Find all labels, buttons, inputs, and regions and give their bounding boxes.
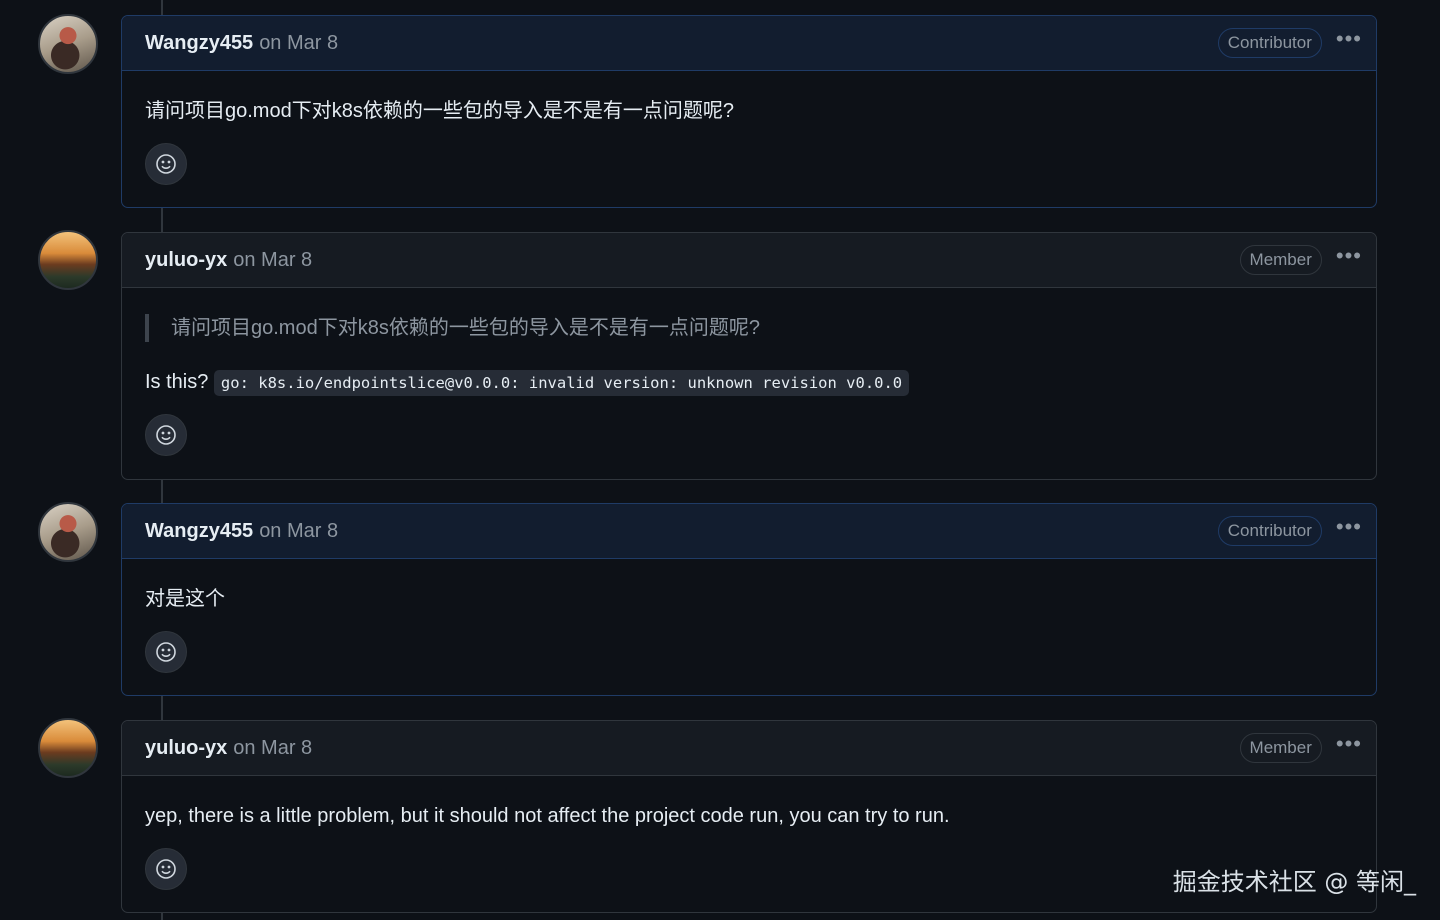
smiley-icon <box>156 154 176 174</box>
comment-header: Wangzy455 on Mar 8 Contributor ••• <box>122 16 1376 71</box>
comment-body: 请问项目go.mod下对k8s依赖的一些包的导入是不是有一点问题呢? <box>122 71 1376 125</box>
role-badge: Contributor <box>1217 516 1322 546</box>
comment-header: yuluo-yx on Mar 8 Member ••• <box>122 233 1376 288</box>
smiley-icon <box>156 425 176 445</box>
author-link[interactable]: yuluo-yx <box>145 249 227 272</box>
add-reaction-button[interactable] <box>145 848 187 890</box>
author-link[interactable]: Wangzy455 <box>145 32 253 55</box>
comment-date[interactable]: on Mar 8 <box>259 520 338 543</box>
avatar[interactable] <box>38 502 98 562</box>
comment-box: Wangzy455 on Mar 8 Contributor ••• 对是这个 <box>121 503 1377 696</box>
add-reaction-button[interactable] <box>145 631 187 673</box>
comment-body: yep, there is a little problem, but it s… <box>122 776 1376 830</box>
inline-code: go: k8s.io/endpointslice@v0.0.0: invalid… <box>213 370 910 396</box>
role-badge: Contributor <box>1217 28 1322 58</box>
author-link[interactable]: yuluo-yx <box>145 737 227 760</box>
avatar[interactable] <box>38 230 98 290</box>
kebab-horizontal-icon[interactable]: ••• <box>1336 28 1362 58</box>
watermark: 掘金技术社区 @ 等闲_ <box>1172 868 1416 896</box>
avatar[interactable] <box>38 718 98 778</box>
comment-header: Wangzy455 on Mar 8 Contributor ••• <box>122 504 1376 559</box>
comment-date[interactable]: on Mar 8 <box>233 249 312 272</box>
role-badge: Member <box>1239 245 1322 275</box>
role-badge: Member <box>1239 733 1322 763</box>
comment-text: 对是这个 <box>145 588 225 610</box>
smiley-icon <box>156 859 176 879</box>
comment-box: yuluo-yx on Mar 8 Member ••• 请问项目go.mod下… <box>121 232 1377 480</box>
kebab-horizontal-icon[interactable]: ••• <box>1336 516 1362 546</box>
comment-body: 对是这个 <box>122 559 1376 613</box>
comment-body: 请问项目go.mod下对k8s依赖的一些包的导入是不是有一点问题呢? Is th… <box>122 288 1376 397</box>
smiley-icon <box>156 642 176 662</box>
avatar[interactable] <box>38 14 98 74</box>
blockquote: 请问项目go.mod下对k8s依赖的一些包的导入是不是有一点问题呢? <box>145 314 1353 342</box>
comment-box: Wangzy455 on Mar 8 Contributor ••• 请问项目g… <box>121 15 1377 208</box>
add-reaction-button[interactable] <box>145 414 187 456</box>
add-reaction-button[interactable] <box>145 143 187 185</box>
comment-date[interactable]: on Mar 8 <box>233 737 312 760</box>
kebab-horizontal-icon[interactable]: ••• <box>1336 733 1362 763</box>
comment-text: yep, there is a little problem, but it s… <box>145 805 950 827</box>
comment-text-lead: Is this? <box>145 371 209 393</box>
kebab-horizontal-icon[interactable]: ••• <box>1336 245 1362 275</box>
comment-text: 请问项目go.mod下对k8s依赖的一些包的导入是不是有一点问题呢? <box>145 100 734 122</box>
comment-text: Is this? go: k8s.io/endpointslice@v0.0.0… <box>145 368 1353 397</box>
author-link[interactable]: Wangzy455 <box>145 520 253 543</box>
comment-date[interactable]: on Mar 8 <box>259 32 338 55</box>
comment-header: yuluo-yx on Mar 8 Member ••• <box>122 721 1376 776</box>
